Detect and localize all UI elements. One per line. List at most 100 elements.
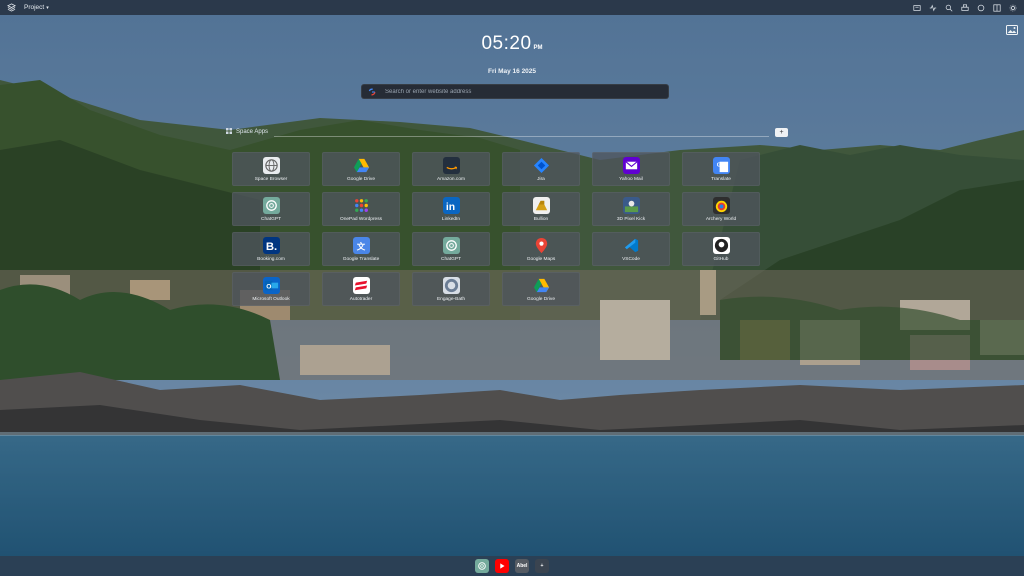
app-tile[interactable]: OnePad Wordpress bbox=[322, 192, 400, 226]
top-bar: Project ▾ bbox=[0, 0, 1024, 15]
print-icon[interactable] bbox=[960, 3, 970, 13]
engage-bath-icon bbox=[442, 276, 460, 294]
wallpaper-image-icon[interactable] bbox=[1006, 22, 1018, 35]
app-tile[interactable]: 3D Pixel Kick bbox=[592, 192, 670, 226]
app-tile[interactable]: in LinkedIn bbox=[412, 192, 490, 226]
app-tile-label: Autotrader bbox=[349, 296, 373, 302]
search-icon[interactable] bbox=[944, 3, 954, 13]
autotrader-icon bbox=[352, 276, 370, 294]
app-tile-label: Google Drive bbox=[527, 296, 555, 302]
svg-text:O: O bbox=[266, 283, 271, 290]
activity-icon[interactable] bbox=[928, 3, 938, 13]
app-tile[interactable]: Yahoo Mail bbox=[592, 152, 670, 186]
app-tile[interactable]: Jira bbox=[502, 152, 580, 186]
app-tile[interactable]: Google Maps bbox=[502, 232, 580, 266]
add-app-button[interactable]: + bbox=[775, 127, 788, 137]
clock-date: Fri May 16 2025 bbox=[487, 68, 537, 75]
app-tile[interactable]: O Microsoft Outlook bbox=[232, 272, 310, 306]
app-tile-label: ChatGPT bbox=[441, 256, 461, 262]
jira-icon bbox=[533, 157, 550, 174]
app-tile[interactable]: Engage-Bath bbox=[412, 272, 490, 306]
app-tile-label: 3D Pixel Kick bbox=[616, 216, 646, 222]
app-tile-label: Bullion bbox=[533, 216, 549, 222]
app-tile-label: ChatGPT bbox=[261, 216, 281, 222]
google-icon bbox=[368, 88, 376, 96]
app-tile[interactable]: G Translate bbox=[682, 152, 760, 186]
app-tile[interactable]: GitHub bbox=[682, 232, 760, 266]
google-drive-icon bbox=[353, 157, 370, 174]
booking-icon: B. bbox=[262, 236, 280, 254]
app-tile[interactable]: ChatGPT bbox=[232, 192, 310, 226]
app-tile-label: Engage-Bath bbox=[436, 296, 465, 302]
space-apps-label: Space Apps bbox=[226, 128, 268, 136]
app-tile[interactable]: ChatGPT bbox=[412, 232, 490, 266]
google-translate-icon: G bbox=[712, 156, 730, 174]
google-drive-icon bbox=[533, 277, 550, 294]
app-tile[interactable]: Space Browser bbox=[232, 152, 310, 186]
chatgpt-icon bbox=[442, 236, 460, 254]
settings-icon[interactable] bbox=[1008, 3, 1018, 13]
app-tile-label: Yahoo Mail bbox=[619, 176, 643, 182]
chevron-down-icon: ▾ bbox=[46, 4, 49, 11]
svg-text:in: in bbox=[445, 202, 454, 213]
space-apps-header: Space Apps + bbox=[226, 124, 788, 140]
app-tile-label: Jira bbox=[537, 176, 545, 182]
app-tile-label: Microsoft Outlook bbox=[252, 296, 290, 302]
clock: 05:20 PM bbox=[0, 33, 1024, 55]
stack-logo-icon[interactable] bbox=[6, 3, 16, 13]
project-dropdown[interactable]: Project ▾ bbox=[24, 4, 49, 11]
app-tile[interactable]: VSCode bbox=[592, 232, 670, 266]
app-tile[interactable]: Google Drive bbox=[322, 152, 400, 186]
app-tile[interactable]: Bullion bbox=[502, 192, 580, 226]
app-tile[interactable]: Google Drive bbox=[502, 272, 580, 306]
pixel-kick-icon bbox=[622, 196, 640, 214]
app-tile-label: Amazon.com bbox=[437, 176, 465, 182]
app-tile[interactable]: Amazon.com bbox=[412, 152, 490, 186]
app-tile-label: VSCode bbox=[622, 256, 640, 262]
app-tile-label: Booking.com bbox=[257, 256, 285, 262]
app-tile-label: Google Translate bbox=[342, 256, 380, 262]
app-tile-label: Space Browser bbox=[254, 176, 288, 182]
search-input[interactable] bbox=[385, 88, 662, 95]
translate-icon: 文 bbox=[352, 236, 370, 254]
sidebar-icon[interactable] bbox=[992, 3, 1002, 13]
app-tile-label: Google Drive bbox=[347, 176, 375, 182]
svg-text:B.: B. bbox=[265, 241, 276, 253]
reader-icon[interactable] bbox=[912, 3, 922, 13]
divider bbox=[274, 135, 769, 137]
dock-label: + bbox=[540, 563, 544, 569]
clock-ampm: PM bbox=[533, 45, 543, 51]
project-label: Project bbox=[24, 4, 45, 11]
svg-text:文: 文 bbox=[356, 241, 365, 251]
chat-icon[interactable] bbox=[976, 3, 986, 13]
grid-dots-icon bbox=[353, 197, 370, 214]
google-maps-icon bbox=[533, 237, 550, 254]
app-tile[interactable]: Archery World bbox=[682, 192, 760, 226]
dock-chatgpt-icon[interactable] bbox=[475, 559, 489, 573]
grid-icon bbox=[226, 128, 232, 136]
app-tile[interactable]: Autotrader bbox=[322, 272, 400, 306]
amazon-icon bbox=[442, 156, 460, 174]
clock-time: 05:20 bbox=[481, 33, 532, 54]
app-tile-label: LinkedIn bbox=[441, 216, 461, 222]
bullion-icon bbox=[532, 196, 550, 214]
dock-youtube-icon[interactable] bbox=[495, 559, 509, 573]
space-apps-title: Space Apps bbox=[236, 129, 269, 135]
dock-plus-icon[interactable]: + bbox=[535, 559, 549, 573]
vscode-icon bbox=[623, 237, 640, 254]
yahoo-mail-icon bbox=[622, 156, 640, 174]
search-bar bbox=[361, 84, 669, 99]
dock-label: Abel bbox=[516, 563, 528, 569]
archery-icon bbox=[712, 196, 730, 214]
svg-text:G: G bbox=[716, 162, 721, 168]
app-tile[interactable]: B. Booking.com bbox=[232, 232, 310, 266]
chatgpt-icon bbox=[262, 196, 280, 214]
dock-abel-icon[interactable]: Abel bbox=[515, 559, 529, 573]
outlook-icon: O bbox=[262, 276, 280, 294]
app-tile[interactable]: 文 Google Translate bbox=[322, 232, 400, 266]
linkedin-icon: in bbox=[442, 196, 460, 214]
app-tile-label: Archery World bbox=[705, 216, 737, 222]
dock: Abel + bbox=[0, 556, 1024, 576]
globe-icon bbox=[262, 156, 280, 174]
app-tile-label: GitHub bbox=[713, 256, 729, 262]
